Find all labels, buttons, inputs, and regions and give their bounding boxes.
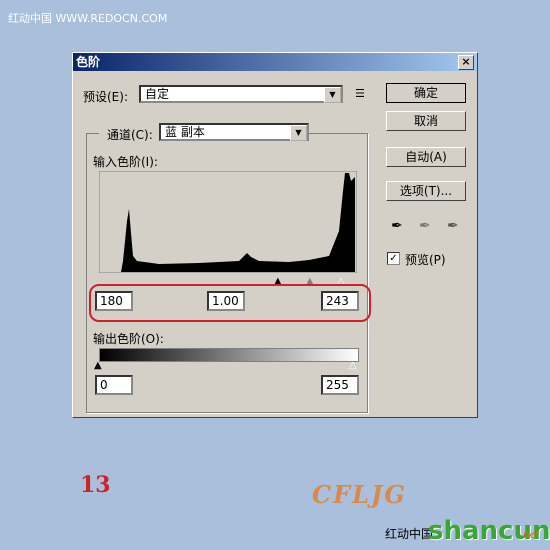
watermark-top: 红动中国 WWW.REDOCN.COM <box>8 12 168 25</box>
preview-checkbox[interactable]: ✓ <box>387 252 400 265</box>
output-black-field[interactable]: 0 <box>95 375 133 395</box>
chevron-down-icon: ▼ <box>324 87 341 103</box>
preview-label: 预览(P) <box>405 253 446 267</box>
input-gamma-field[interactable]: 1.00 <box>207 291 245 311</box>
histogram <box>99 171 357 273</box>
channel-select[interactable]: 蓝 副本 ▼ <box>159 123 309 141</box>
levels-dialog: 色阶 × 预设(E): 自定 ▼ ☰ 通道(C): 蓝 副本 ▼ 输入色阶(I): … <box>72 52 478 418</box>
close-button[interactable]: × <box>458 55 474 70</box>
step-number: 13 <box>80 472 111 498</box>
auto-button[interactable]: 自动(A) <box>386 147 466 167</box>
channel-label: 通道(C): <box>99 126 161 143</box>
output-levels-label: 输出色阶(O): <box>93 332 164 346</box>
logo: CFLJG <box>312 480 407 509</box>
watermark-bottom: 红动中国 <box>385 527 434 541</box>
black-eyedropper-icon[interactable]: ✒ <box>391 218 403 234</box>
title-bar: 色阶 × <box>73 53 477 71</box>
input-levels-label: 输入色阶(I): <box>93 155 158 169</box>
ok-button[interactable]: 确定 <box>386 83 466 103</box>
output-gradient <box>99 348 359 362</box>
white-eyedropper-icon[interactable]: ✒ <box>447 218 459 234</box>
gray-eyedropper-icon[interactable]: ✒ <box>419 218 431 234</box>
channel-value: 蓝 副本 <box>165 125 205 139</box>
watermark-brand-suffix: .net <box>520 530 540 541</box>
output-white-field[interactable]: 255 <box>321 375 359 395</box>
preset-value: 自定 <box>145 87 170 101</box>
white-output-slider[interactable]: △ <box>349 360 357 371</box>
preset-label: 预设(E): <box>83 90 128 104</box>
cancel-button[interactable]: 取消 <box>386 111 466 131</box>
input-white-field[interactable]: 243 <box>321 291 359 311</box>
chevron-down-icon: ▼ <box>290 125 307 141</box>
black-output-slider[interactable]: ▲ <box>94 360 102 371</box>
options-button[interactable]: 选项(T)... <box>386 181 466 201</box>
input-black-field[interactable]: 180 <box>95 291 133 311</box>
preset-select[interactable]: 自定 ▼ <box>139 85 343 103</box>
preset-menu-icon[interactable]: ☰ <box>355 87 365 100</box>
dialog-title: 色阶 <box>76 55 101 69</box>
